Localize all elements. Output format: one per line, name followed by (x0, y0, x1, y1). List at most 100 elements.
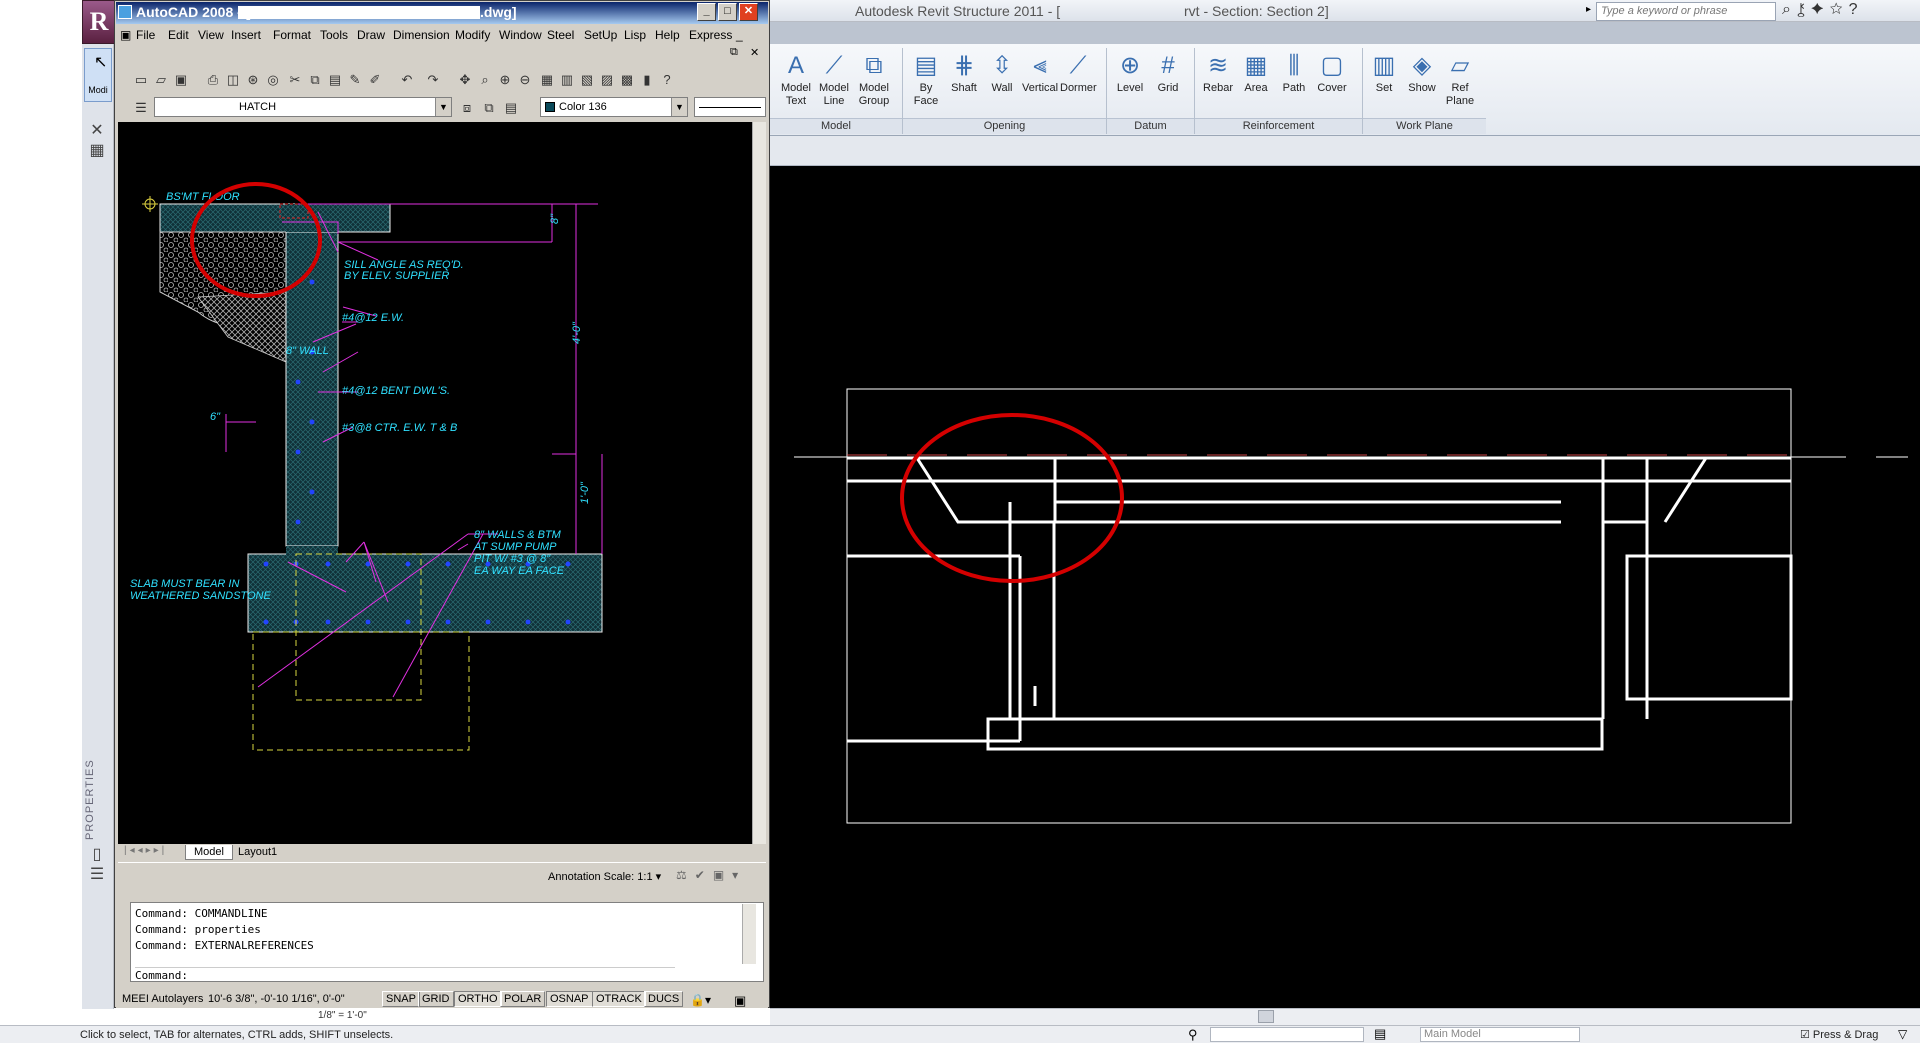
model-text-tool[interactable]: A Model Text (778, 50, 814, 108)
star-icon[interactable]: ☆ (1830, 1, 1849, 18)
help-icon[interactable]: ? (1849, 1, 1864, 18)
grid-tool[interactable]: # Grid (1150, 50, 1186, 95)
command-window[interactable]: Command: COMMANDLINE Command: properties… (130, 902, 764, 982)
key-icon[interactable]: ⚷ (1797, 1, 1811, 18)
menu-window[interactable]: Window (499, 28, 542, 42)
osnap-toggle[interactable]: OSNAP (546, 991, 593, 1007)
search-input[interactable]: Type a keyword or phrase (1596, 2, 1776, 21)
revit-section-view[interactable] (770, 166, 1920, 1008)
menu-tools[interactable]: Tools (320, 28, 348, 42)
annotation-visibility-icons[interactable]: ⚖✔▣▾ (676, 868, 746, 882)
autocad-drawing-canvas[interactable]: BS'MT FLOOR 8" SILL ANGLE AS REQ'D. BY E… (118, 122, 766, 844)
annotation-scale[interactable]: Annotation Scale: 1:1 ▾ (548, 870, 661, 883)
menu-steel[interactable]: Steel (547, 28, 574, 42)
color-combo[interactable]: Color 136 ▼ (540, 97, 688, 117)
help-toolbar-icon[interactable]: ? (658, 72, 676, 88)
panel-icon[interactable]: ▯ (84, 844, 110, 863)
copy-icon[interactable]: ⧉ (306, 72, 324, 88)
cut-icon[interactable]: ✂ (286, 72, 304, 88)
panel-reinforcement-label[interactable]: Reinforcement (1195, 118, 1362, 134)
command-scrollbar[interactable] (742, 904, 756, 964)
workset-combo[interactable] (1210, 1027, 1364, 1042)
list-icon[interactable]: ☰ (84, 864, 110, 883)
set-tool[interactable]: ▥ Set (1366, 50, 1402, 95)
undo-icon[interactable]: ↶ (398, 72, 416, 88)
ref-plane-tool[interactable]: ▱ Ref Plane (1442, 50, 1478, 108)
save-icon[interactable]: ▣ (172, 72, 190, 88)
tab-nav-arrows[interactable]: |◂◂▸▸| (124, 845, 167, 856)
properties-small-icon[interactable]: ▦ (84, 140, 110, 159)
design-options-icon[interactable]: ▤ (1374, 1026, 1386, 1042)
revit-app-button[interactable]: R (82, 0, 116, 44)
snap-toggle[interactable]: SNAP (382, 991, 420, 1007)
grid-toggle[interactable]: GRID (418, 991, 454, 1007)
menu-format[interactable]: Format (273, 28, 311, 42)
menu-modify[interactable]: Modify (455, 28, 490, 42)
properties-label[interactable]: PROPERTIES (84, 740, 100, 840)
ortho-toggle[interactable]: ORTHO (454, 991, 502, 1007)
make-current-layer-icon[interactable]: ⧈ (458, 100, 476, 116)
close-icon[interactable]: ✕ (84, 120, 110, 139)
filter-icon[interactable]: ▽ (1898, 1027, 1907, 1041)
block-editor-icon[interactable]: ✐ (366, 72, 384, 88)
publish-icon[interactable]: ⊛ (244, 72, 262, 88)
cover-tool[interactable]: ▢ Cover (1314, 50, 1350, 95)
preview-icon[interactable]: ◫ (224, 72, 242, 88)
status-coordinates[interactable]: 10'-6 3/8", -0'-10 1/16", 0'-0" (208, 993, 345, 1005)
minimize-button[interactable]: _ (697, 3, 716, 21)
layer-combo[interactable]: HATCH ▼ (154, 97, 452, 117)
maximize-button[interactable]: □ (718, 3, 737, 21)
3dpublish-icon[interactable]: ◎ (264, 72, 282, 88)
main-model-combo[interactable]: Main Model (1420, 1027, 1580, 1042)
menu-insert[interactable]: Insert (231, 28, 261, 42)
shaft-tool[interactable]: ⋕ Shaft (946, 50, 982, 95)
paste-icon[interactable]: ▤ (326, 72, 344, 88)
menu-file[interactable]: File (136, 28, 155, 42)
binoculars-icon[interactable]: ⌕ (1782, 1, 1797, 18)
revit-horizontal-scrollbar[interactable] (770, 1008, 1920, 1025)
markup-icon[interactable]: ▩ (618, 72, 636, 88)
layer-previous-icon[interactable]: ⧉ (480, 100, 498, 116)
tab-layout1[interactable]: Layout1 (232, 845, 283, 860)
level-tool[interactable]: ⊕ Level (1112, 50, 1148, 95)
model-group-tool[interactable]: ⧉ Model Group (856, 50, 892, 108)
zoom-previous-icon[interactable]: ⊖ (516, 72, 534, 88)
menu-setup[interactable]: SetUp (584, 28, 617, 42)
autocad-vertical-scrollbar[interactable] (752, 122, 766, 844)
autocad-app-icon[interactable] (118, 5, 132, 19)
lock-icon[interactable]: 🔒▾ (690, 993, 711, 1007)
menu-express[interactable]: Express (689, 28, 732, 42)
menu-view[interactable]: View (198, 28, 224, 42)
tool-palettes-icon[interactable]: ▧ (578, 72, 596, 88)
redo-icon[interactable]: ↷ (424, 72, 442, 88)
linetype-combo[interactable] (694, 97, 766, 117)
doc-restore-icon[interactable]: ⧉ (730, 46, 738, 59)
ducs-toggle[interactable]: DUCS (644, 991, 684, 1007)
menu-draw[interactable]: Draw (357, 28, 385, 42)
revit-scroll-thumb[interactable] (1258, 1010, 1274, 1023)
close-button[interactable]: ✕ (739, 3, 758, 21)
wall-opening-tool[interactable]: ⇳ Wall (984, 50, 1020, 95)
menu-dimension[interactable]: Dimension (393, 28, 450, 42)
layer-walk-icon[interactable]: ▤ (502, 100, 520, 116)
otrack-toggle[interactable]: OTRACK (592, 991, 646, 1007)
match-properties-icon[interactable]: ✎ (346, 72, 364, 88)
tools-icon[interactable]: ✦ (1811, 1, 1830, 18)
by-face-tool[interactable]: ▤ By Face (908, 50, 944, 108)
open-icon[interactable]: ▱ (152, 72, 170, 88)
menu-lisp[interactable]: Lisp (624, 28, 646, 42)
zoom-realtime-icon[interactable]: ⌕ (476, 72, 494, 88)
pan-icon[interactable]: ✥ (456, 72, 474, 88)
search-expand-icon[interactable]: ▸ (1586, 4, 1591, 15)
command-prompt[interactable]: Command: (135, 967, 675, 982)
clean-screen-icon[interactable]: ▣ (734, 993, 746, 1009)
menu-help[interactable]: Help (655, 28, 680, 42)
design-center-icon[interactable]: ▥ (558, 72, 576, 88)
layer-manager-icon[interactable]: ☰ (132, 100, 150, 116)
doc-icon[interactable]: ▣ (120, 28, 131, 42)
sheet-set-icon[interactable]: ▨ (598, 72, 616, 88)
doc-close-icon[interactable]: ✕ (750, 46, 759, 59)
rebar-tool[interactable]: ≋ Rebar (1200, 50, 1236, 95)
model-line-tool[interactable]: ⟋ Model Line (816, 50, 852, 108)
zoom-window-icon[interactable]: ⊕ (496, 72, 514, 88)
